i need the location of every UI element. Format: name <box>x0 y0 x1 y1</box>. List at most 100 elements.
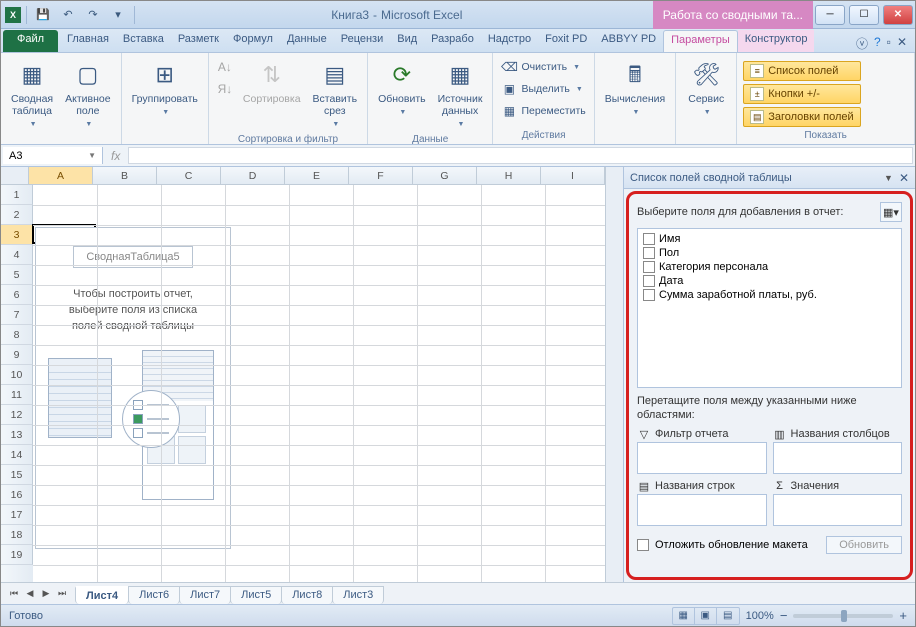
field-item[interactable]: Пол <box>641 246 898 260</box>
tab-foxit[interactable]: Foxit PD <box>538 30 594 52</box>
drop-report-filter[interactable] <box>637 442 767 474</box>
tools-button[interactable]: 🛠 Сервис▼ <box>682 57 730 121</box>
row-header[interactable]: 10 <box>1 365 33 385</box>
row-header[interactable]: 5 <box>1 265 33 285</box>
view-layout-button[interactable]: ▣ <box>695 608 717 624</box>
drop-column-labels[interactable] <box>773 442 903 474</box>
update-button[interactable]: Обновить <box>826 536 902 554</box>
zoom-in-button[interactable]: + <box>899 608 907 623</box>
column-header[interactable]: C <box>157 167 221 184</box>
row-header[interactable]: 2 <box>1 205 33 225</box>
select-all-corner[interactable] <box>1 167 29 184</box>
window-close-button[interactable]: ✕ <box>883 5 913 25</box>
row-header[interactable]: 15 <box>1 465 33 485</box>
zoom-slider[interactable] <box>793 614 893 618</box>
help-icon[interactable]: ? <box>874 35 881 52</box>
move-button[interactable]: ▦Переместить <box>499 101 587 121</box>
column-header[interactable]: A <box>29 167 93 184</box>
zoom-out-button[interactable]: − <box>780 608 788 623</box>
pivottable-button[interactable]: ▦ Сводная таблица▼ <box>7 57 57 133</box>
column-header[interactable]: D <box>221 167 285 184</box>
row-header[interactable]: 14 <box>1 445 33 465</box>
column-header[interactable]: G <box>413 167 477 184</box>
drop-row-labels[interactable] <box>637 494 767 526</box>
field-list-toggle[interactable]: ≡Список полей <box>743 61 860 81</box>
column-header[interactable]: E <box>285 167 349 184</box>
sheet-tab[interactable]: Лист5 <box>230 586 282 604</box>
vertical-scrollbar[interactable] <box>605 167 623 582</box>
row-header[interactable]: 13 <box>1 425 33 445</box>
tab-options[interactable]: Параметры <box>663 30 738 52</box>
field-checkbox[interactable] <box>643 247 655 259</box>
column-header[interactable]: F <box>349 167 413 184</box>
plusminus-toggle[interactable]: ±Кнопки +/- <box>743 84 860 104</box>
field-item[interactable]: Сумма заработной платы, руб. <box>641 288 898 302</box>
calculations-button[interactable]: 🖩 Вычисления▼ <box>601 57 669 121</box>
row-header[interactable]: 8 <box>1 325 33 345</box>
fx-icon[interactable]: fx <box>111 149 120 163</box>
tab-view[interactable]: Вид <box>390 30 424 52</box>
sheet-tab[interactable]: Лист3 <box>332 586 384 604</box>
group-button[interactable]: ⊞ Группировать▼ <box>128 57 202 121</box>
tab-nav-next-icon[interactable]: ▶ <box>39 588 53 599</box>
field-item[interactable]: Категория персонала <box>641 260 898 274</box>
change-source-button[interactable]: ▦ Источник данных▼ <box>434 57 487 133</box>
field-checkbox[interactable] <box>643 275 655 287</box>
sheet-tab[interactable]: Лист4 <box>75 586 129 604</box>
tab-formulas[interactable]: Формул <box>226 30 280 52</box>
zoom-value[interactable]: 100% <box>746 610 774 622</box>
ribbon-minimize-icon[interactable]: ⓥ <box>856 35 868 52</box>
row-header[interactable]: 9 <box>1 345 33 365</box>
row-header[interactable]: 17 <box>1 505 33 525</box>
row-header[interactable]: 16 <box>1 485 33 505</box>
workbook-restore-icon[interactable]: ▫ <box>887 35 891 52</box>
tab-nav-first-icon[interactable]: ⏮ <box>7 588 21 599</box>
column-header[interactable]: I <box>541 167 605 184</box>
refresh-button[interactable]: ⟳ Обновить▼ <box>374 57 430 121</box>
qat-undo-icon[interactable]: ↶ <box>57 5 79 25</box>
field-list-layout-button[interactable]: ▦▾ <box>880 202 902 222</box>
field-headers-toggle[interactable]: ▤Заголовки полей <box>743 107 860 127</box>
select-button[interactable]: ▣Выделить▼ <box>499 79 587 99</box>
row-header[interactable]: 19 <box>1 545 33 565</box>
row-header[interactable]: 11 <box>1 385 33 405</box>
tab-design[interactable]: Конструктор <box>738 30 815 52</box>
row-header[interactable]: 7 <box>1 305 33 325</box>
defer-update-checkbox[interactable] <box>637 539 649 551</box>
qat-customize-icon[interactable]: ▾ <box>107 5 129 25</box>
clear-button[interactable]: ⌫Очистить▼ <box>499 57 587 77</box>
tab-insert[interactable]: Вставка <box>116 30 171 52</box>
name-box[interactable]: A3▼ <box>3 147 103 164</box>
tab-nav-prev-icon[interactable]: ◀ <box>23 588 37 599</box>
sheet-tab[interactable]: Лист6 <box>128 586 180 604</box>
qat-redo-icon[interactable]: ↷ <box>82 5 104 25</box>
field-checkbox[interactable] <box>643 289 655 301</box>
tab-data[interactable]: Данные <box>280 30 334 52</box>
row-header[interactable]: 1 <box>1 185 33 205</box>
row-header[interactable]: 18 <box>1 525 33 545</box>
tab-home[interactable]: Главная <box>60 30 116 52</box>
tab-layout[interactable]: Разметк <box>171 30 226 52</box>
field-checkbox[interactable] <box>643 261 655 273</box>
worksheet-grid[interactable]: СводнаяТаблица5 Чтобы построить отчет, в… <box>33 185 605 582</box>
column-header[interactable]: B <box>93 167 157 184</box>
view-normal-button[interactable]: ▦ <box>673 608 695 624</box>
field-item[interactable]: Имя <box>641 232 898 246</box>
drop-values[interactable] <box>773 494 903 526</box>
row-header[interactable]: 4 <box>1 245 33 265</box>
row-header[interactable]: 6 <box>1 285 33 305</box>
field-list-fields[interactable]: ИмяПолКатегория персоналаДатаСумма зараб… <box>637 228 902 388</box>
window-maximize-button[interactable]: ☐ <box>849 5 879 25</box>
field-list-dropdown-icon[interactable]: ▼ <box>884 173 893 183</box>
sheet-tab[interactable]: Лист8 <box>281 586 333 604</box>
row-header[interactable]: 3 <box>1 225 33 245</box>
workbook-close-icon[interactable]: ✕ <box>897 35 907 52</box>
tab-nav-last-icon[interactable]: ⏭ <box>55 588 69 599</box>
tab-addins[interactable]: Надстро <box>481 30 538 52</box>
field-list-close-icon[interactable]: ✕ <box>899 171 909 185</box>
tab-developer[interactable]: Разрабо <box>424 30 481 52</box>
tab-review[interactable]: Рецензи <box>334 30 391 52</box>
field-checkbox[interactable] <box>643 233 655 245</box>
column-header[interactable]: H <box>477 167 541 184</box>
view-pagebreak-button[interactable]: ▤ <box>717 608 739 624</box>
